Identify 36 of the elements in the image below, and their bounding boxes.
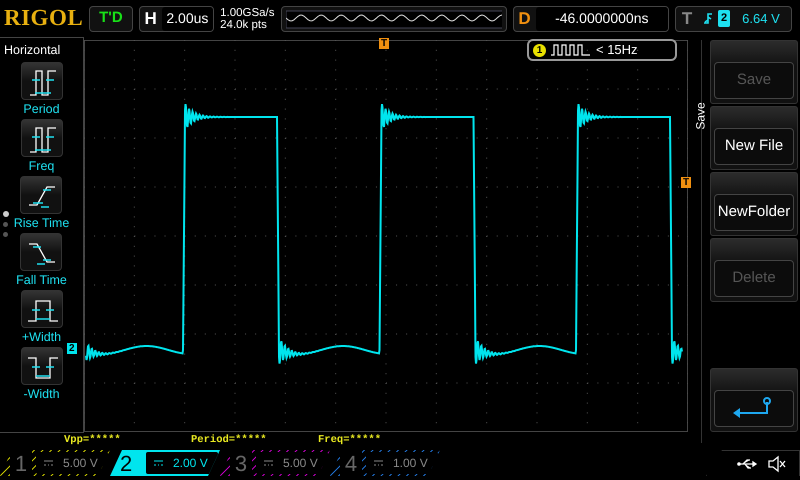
softkey-button[interactable]: New File [710, 106, 798, 170]
dc-coupling-icon [264, 460, 273, 466]
channel-marker: 2 [67, 343, 77, 354]
channel-badge: 1 [533, 44, 546, 56]
channel-tab[interactable]: 2 2.00 V [110, 450, 220, 476]
channel-tab[interactable]: 3 5.00 V [220, 450, 330, 476]
trigger-level-marker: T [681, 177, 692, 188]
rising-edge-icon [702, 10, 714, 26]
timebase-value: 2.00us [162, 6, 214, 30]
back-button[interactable] [710, 368, 798, 432]
usb-icon [737, 458, 759, 470]
channel-tab[interactable]: 4 1.00 V [330, 450, 440, 476]
trigger-position-marker: T [379, 38, 390, 49]
memory-depth: 24.0k pts [220, 18, 268, 30]
measurement-readout: Vpp=***** [64, 433, 122, 448]
timebase-label: H [144, 8, 158, 30]
sample-rate: 1.00GSa/s [220, 6, 274, 18]
pulse-train-icon [550, 43, 592, 57]
counter-reading: < 15Hz [596, 41, 638, 60]
dc-coupling-icon [44, 460, 53, 466]
brand-logo: RIGOL [4, 4, 84, 32]
dc-coupling-icon [154, 460, 163, 466]
menu-title: Horizontal [3, 42, 60, 59]
channel-tab[interactable]: 1 5.00 V [0, 450, 110, 476]
trigger-level: 6.64 V [742, 10, 780, 28]
softkey-button[interactable]: NewFolder [710, 172, 798, 236]
trigger-source: 2 [718, 10, 730, 27]
delay-label: D [517, 8, 532, 30]
trigger-label: T [680, 8, 694, 30]
dc-coupling-icon [374, 460, 383, 466]
measurement-readout: Period=***** [191, 433, 268, 448]
menu-title: Save [692, 102, 709, 130]
speaker-muted-icon [767, 454, 787, 472]
delay-value: -46.0000000ns [536, 6, 668, 30]
measurement-readout: Freq=***** [318, 433, 382, 448]
trigger-status: T'D [89, 6, 133, 32]
